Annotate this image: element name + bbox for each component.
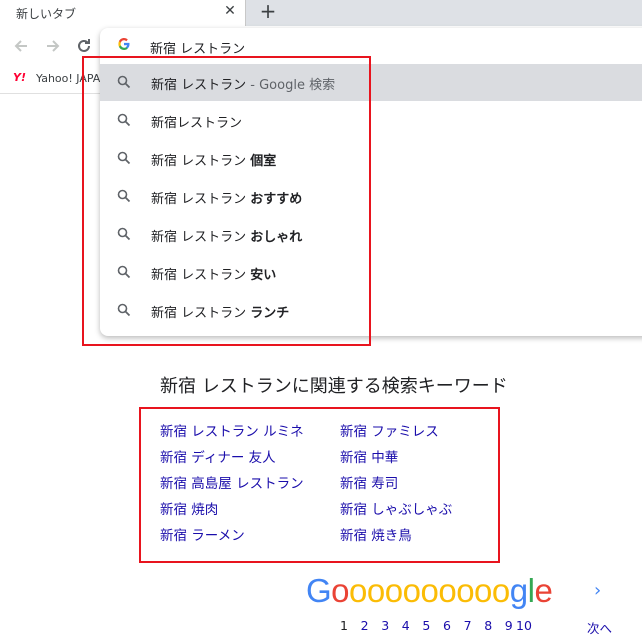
page-link[interactable]: 6: [443, 618, 451, 633]
page-link[interactable]: 2: [361, 618, 369, 633]
google-g-icon: [118, 38, 130, 50]
logo-letter: o: [491, 572, 510, 609]
logo-letter: e: [534, 572, 553, 609]
next-chevron-icon[interactable]: ›: [594, 580, 601, 601]
related-search-link[interactable]: 新宿 高島屋 レストラン: [160, 472, 304, 492]
related-searches-title: 新宿 レストランに関連する検索キーワード: [160, 376, 508, 397]
logo-letter: o: [366, 572, 385, 609]
page-link[interactable]: 4: [402, 618, 410, 633]
page-link[interactable]: 8: [484, 618, 492, 633]
logo-letter: o: [420, 572, 439, 609]
yahoo-logo-icon[interactable]: Y!: [13, 71, 26, 84]
related-search-link[interactable]: 新宿 中華: [340, 446, 398, 466]
page-link[interactable]: 9: [505, 618, 513, 633]
next-page-link[interactable]: 次へ: [587, 618, 612, 637]
related-search-link[interactable]: 新宿 ディナー 友人: [160, 446, 276, 466]
logo-letter: g: [509, 572, 528, 609]
related-search-link[interactable]: 新宿 寿司: [340, 472, 398, 492]
page-link[interactable]: 3: [381, 618, 389, 633]
google-pagination-logo: Goooooooooogle: [306, 572, 553, 610]
page-link[interactable]: 5: [422, 618, 430, 633]
related-search-link[interactable]: 新宿 ラーメン: [160, 524, 245, 544]
current-page: 1: [340, 618, 348, 633]
logo-letter: o: [402, 572, 421, 609]
annotation-box-suggestions: [82, 56, 371, 346]
close-tab-icon[interactable]: ✕: [221, 2, 239, 20]
logo-letter: o: [456, 572, 475, 609]
logo-letter: o: [438, 572, 457, 609]
related-search-link[interactable]: 新宿 焼き鳥: [340, 524, 412, 544]
logo-letter: o: [331, 572, 350, 609]
new-tab-button[interactable]: +: [257, 0, 279, 24]
forward-arrow-icon[interactable]: [43, 36, 63, 56]
related-search-link[interactable]: 新宿 焼肉: [160, 498, 218, 518]
logo-letter: o: [384, 572, 403, 609]
related-search-link[interactable]: 新宿 レストラン ルミネ: [160, 420, 304, 440]
omnibox-input[interactable]: 新宿 レストラン: [150, 38, 245, 57]
browser-tab[interactable]: 新しいタブ ✕: [0, 0, 246, 26]
logo-letter: G: [306, 572, 332, 609]
page-link[interactable]: 10: [516, 618, 532, 633]
logo-letter: o: [349, 572, 367, 609]
tab-title: 新しいタブ: [16, 7, 77, 21]
logo-letter: o: [474, 572, 492, 609]
related-search-link[interactable]: 新宿 ファミレス: [340, 420, 439, 440]
reload-icon[interactable]: [74, 36, 94, 56]
page-link[interactable]: 7: [464, 618, 472, 633]
related-search-link[interactable]: 新宿 しゃぶしゃぶ: [340, 498, 452, 518]
back-arrow-icon[interactable]: [11, 36, 31, 56]
